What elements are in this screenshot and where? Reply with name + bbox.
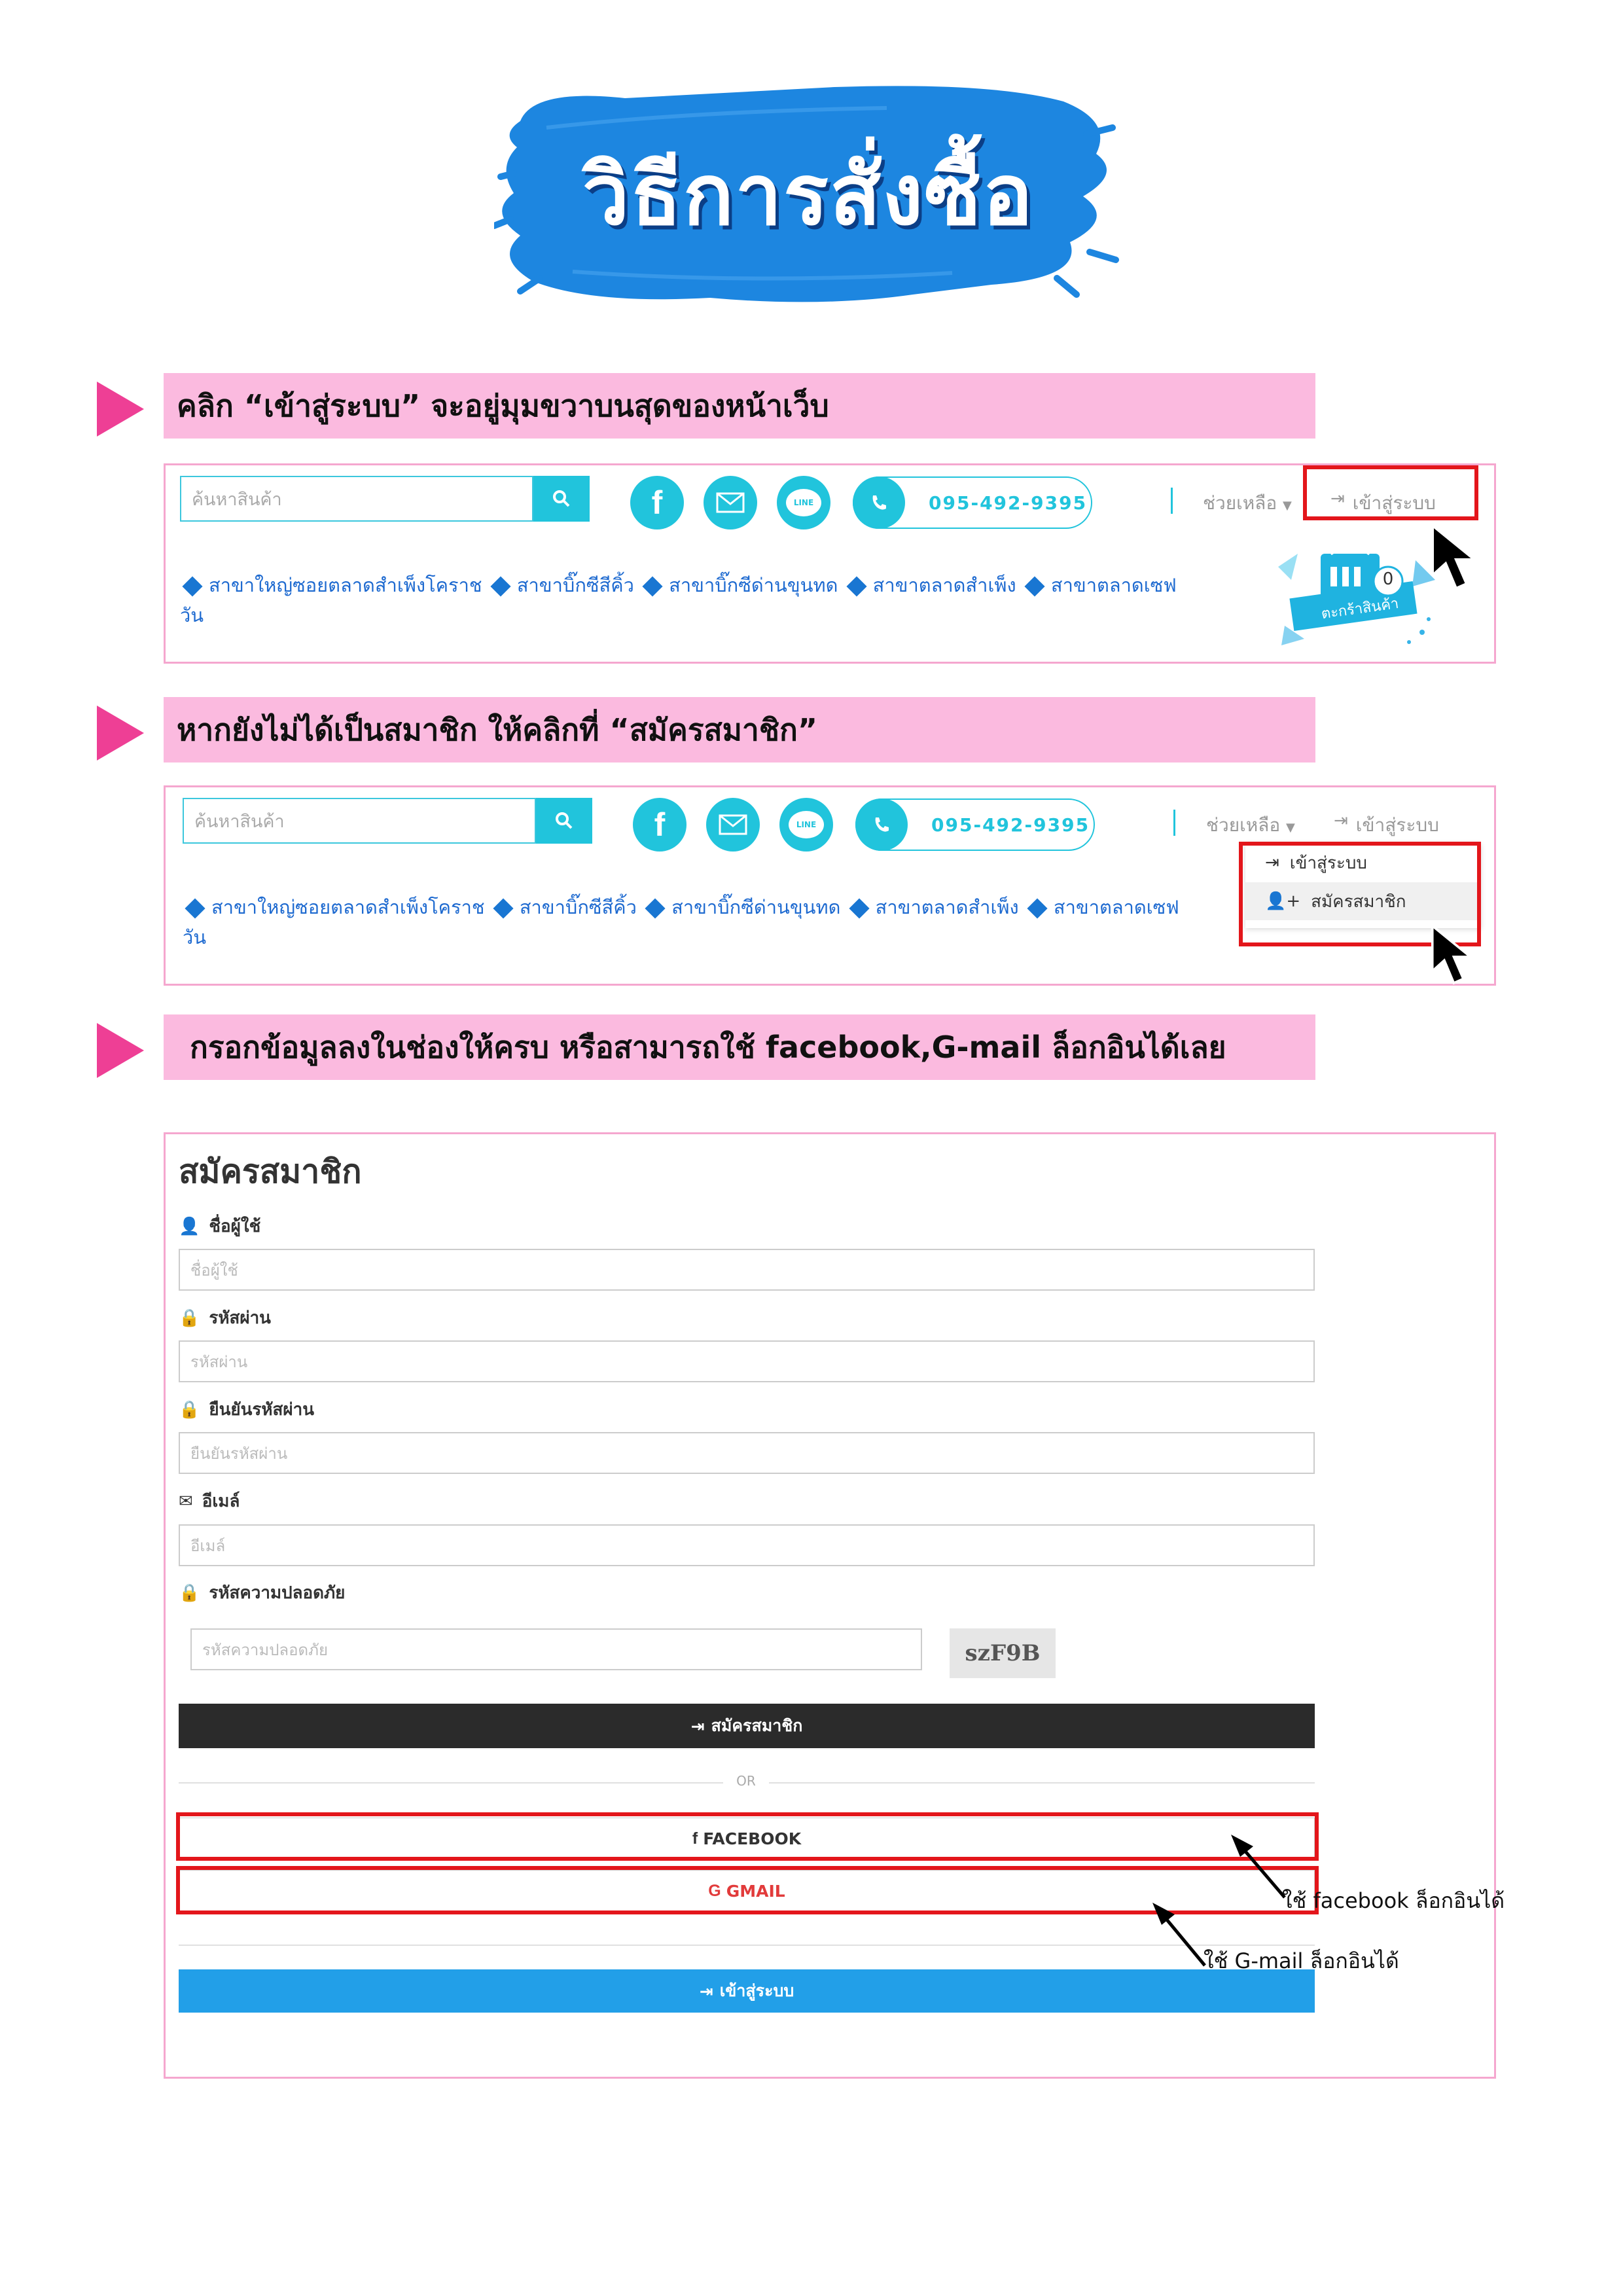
branch-link[interactable]: สาขาตลาดเซฟ: [1051, 574, 1177, 596]
diamond-icon: [185, 898, 205, 919]
help-menu[interactable]: ช่วยเหลือ ▼: [1206, 811, 1295, 840]
line-icon[interactable]: LINE: [779, 798, 833, 852]
username-label: 👤 ชื่อผู้ใช้: [179, 1216, 261, 1237]
cursor-arrow-icon: [1431, 924, 1474, 985]
divider: [1171, 488, 1173, 514]
user-icon: 👤: [179, 1216, 200, 1236]
mail-icon[interactable]: [704, 476, 757, 529]
login-link[interactable]: ⇥ เข้าสู่ระบบ: [1334, 811, 1439, 840]
search-button[interactable]: [536, 798, 592, 844]
branch-link[interactable]: สาขาบิ๊กซีสีคิ้ว: [520, 896, 637, 918]
phone-icon: [853, 476, 905, 529]
step-3-header: กรอกข้อมูลลงในช่องให้ครบ หรือสามารถใช้ f…: [164, 1014, 1315, 1080]
title-banner: วิธีการสั่งซื้อ: [494, 82, 1122, 308]
diamond-icon: [1027, 898, 1048, 919]
captcha-image: szF9B: [950, 1628, 1056, 1678]
branch-link[interactable]: สาขาตลาดเซฟ: [1054, 896, 1179, 918]
lock-icon: 🔒: [179, 1583, 200, 1603]
branch-list: สาขาใหญ่ซอยตลาดสำเพ็งโคราช สาขาบิ๊กซีสีค…: [183, 892, 1295, 922]
search-icon: [556, 812, 573, 829]
login-button[interactable]: ⇥ เข้าสู่ระบบ: [179, 1969, 1315, 2013]
register-form-screenshot: สมัครสมาชิก 👤 ชื่อผู้ใช้ ชื่อผู้ใช้ 🔒 รหัส…: [164, 1132, 1505, 2079]
password-label: 🔒 รหัสผ่าน: [179, 1308, 271, 1329]
facebook-icon[interactable]: f: [633, 798, 687, 852]
confirm-password-label: 🔒 ยืนยันรหัสผ่าน: [179, 1399, 314, 1420]
diamond-icon: [490, 576, 511, 597]
username-field[interactable]: ชื่อผู้ใช้: [179, 1249, 1315, 1291]
phone-number: 095-492-9395: [931, 814, 1090, 836]
diamond-icon: [1024, 576, 1045, 597]
divider: [1173, 810, 1175, 836]
gmail-note: ใช้ G-mail ล็อกอินได้: [1204, 1948, 1399, 1973]
branch-link[interactable]: สาขาบิ๊กซีด่านขุนทด: [669, 574, 838, 596]
help-menu[interactable]: ช่วยเหลือ ▼: [1203, 489, 1292, 518]
shopping-basket-icon: [1278, 543, 1435, 645]
email-label: ✉ อีเมล์: [179, 1491, 240, 1512]
divider: [179, 1945, 1315, 1946]
highlight-box: [176, 1812, 1319, 1861]
lock-icon: 🔒: [179, 1399, 200, 1420]
site-header-screenshot-1: ค้นหาสินค้า f LINE 095-492-9395 ช่วยเหลื…: [164, 463, 1496, 664]
sign-in-icon: ⇥: [699, 1981, 713, 2001]
branch-link[interactable]: สาขาบิ๊กซีด่านขุนทด: [671, 896, 840, 918]
step-arrow-icon: [97, 706, 144, 761]
cart-count: 0: [1382, 569, 1394, 589]
captcha-field[interactable]: รหัสความปลอดภัย: [190, 1628, 922, 1670]
annotation-arrow-icon: [1231, 1835, 1286, 1899]
branch-list: สาขาใหญ่ซอยตลาดสำเพ็งโคราช สาขาบิ๊กซีสีค…: [180, 574, 1177, 626]
step-1-header: คลิก “เข้าสู่ระบบ” จะอยู่มุมขวาบนสุดของห…: [164, 373, 1315, 439]
sign-in-icon: ⇥: [1334, 811, 1348, 831]
step-arrow-icon: [97, 1023, 144, 1078]
step-2-header: หากยังไม่ได้เป็นสมาชิก ให้คลิกที่ “สมัคร…: [164, 697, 1315, 762]
or-text: OR: [723, 1773, 769, 1789]
site-header-screenshot-2: ค้นหาสินค้า f LINE 095-492-9395 ช่วยเหลื…: [164, 785, 1496, 986]
form-title: สมัครสมาชิก: [179, 1153, 362, 1191]
phone-pill[interactable]: 095-492-9395: [853, 476, 1092, 529]
step-arrow-icon: [97, 382, 144, 437]
page-title: วิธีการสั่งซื้อ: [582, 147, 1035, 244]
search-input[interactable]: ค้นหาสินค้า: [180, 476, 533, 522]
diamond-icon: [642, 576, 663, 597]
register-button[interactable]: ⇥ สมัครสมาชิก: [179, 1704, 1315, 1748]
sign-in-icon: ⇥: [690, 1716, 705, 1736]
captcha-label: 🔒 รหัสความปลอดภัย: [179, 1583, 346, 1604]
diamond-icon: [182, 576, 203, 597]
phone-number: 095-492-9395: [929, 492, 1088, 514]
confirm-password-field[interactable]: ยืนยันรหัสผ่าน: [179, 1432, 1315, 1474]
diamond-icon: [493, 898, 514, 919]
email-field[interactable]: อีเมล์: [179, 1524, 1315, 1566]
phone-icon: [855, 798, 908, 851]
diamond-icon: [849, 898, 870, 919]
branch-link[interactable]: สาขาบิ๊กซีสีคิ้ว: [517, 574, 634, 596]
lock-icon: 🔒: [179, 1308, 200, 1328]
envelope-icon: ✉: [179, 1491, 193, 1511]
search-input[interactable]: ค้นหาสินค้า: [183, 798, 536, 844]
branch-link[interactable]: สาขาใหญ่ซอยตลาดสำเพ็งโคราช: [211, 896, 485, 918]
phone-pill[interactable]: 095-492-9395: [855, 798, 1095, 851]
highlight-box: [1303, 465, 1478, 520]
cart-widget[interactable]: 0 ตะกร้าสินค้า: [1272, 541, 1442, 652]
line-icon[interactable]: LINE: [777, 476, 830, 529]
search-button[interactable]: [533, 476, 590, 522]
diamond-icon: [846, 576, 867, 597]
facebook-note: ใช้ facebook ล็อกอินได้: [1282, 1888, 1505, 1913]
branch-link[interactable]: สาขาตลาดสำเพ็ง: [873, 574, 1016, 596]
diamond-icon: [645, 898, 666, 919]
mail-icon[interactable]: [706, 798, 760, 852]
search-icon: [553, 490, 570, 507]
password-field[interactable]: รหัสผ่าน: [179, 1340, 1315, 1382]
branch-link[interactable]: สาขาใหญ่ซอยตลาดสำเพ็งโคราช: [209, 574, 482, 596]
annotation-arrow-icon: [1152, 1903, 1206, 1967]
branch-link[interactable]: สาขาตลาดสำเพ็ง: [876, 896, 1019, 918]
facebook-icon[interactable]: f: [630, 476, 684, 529]
